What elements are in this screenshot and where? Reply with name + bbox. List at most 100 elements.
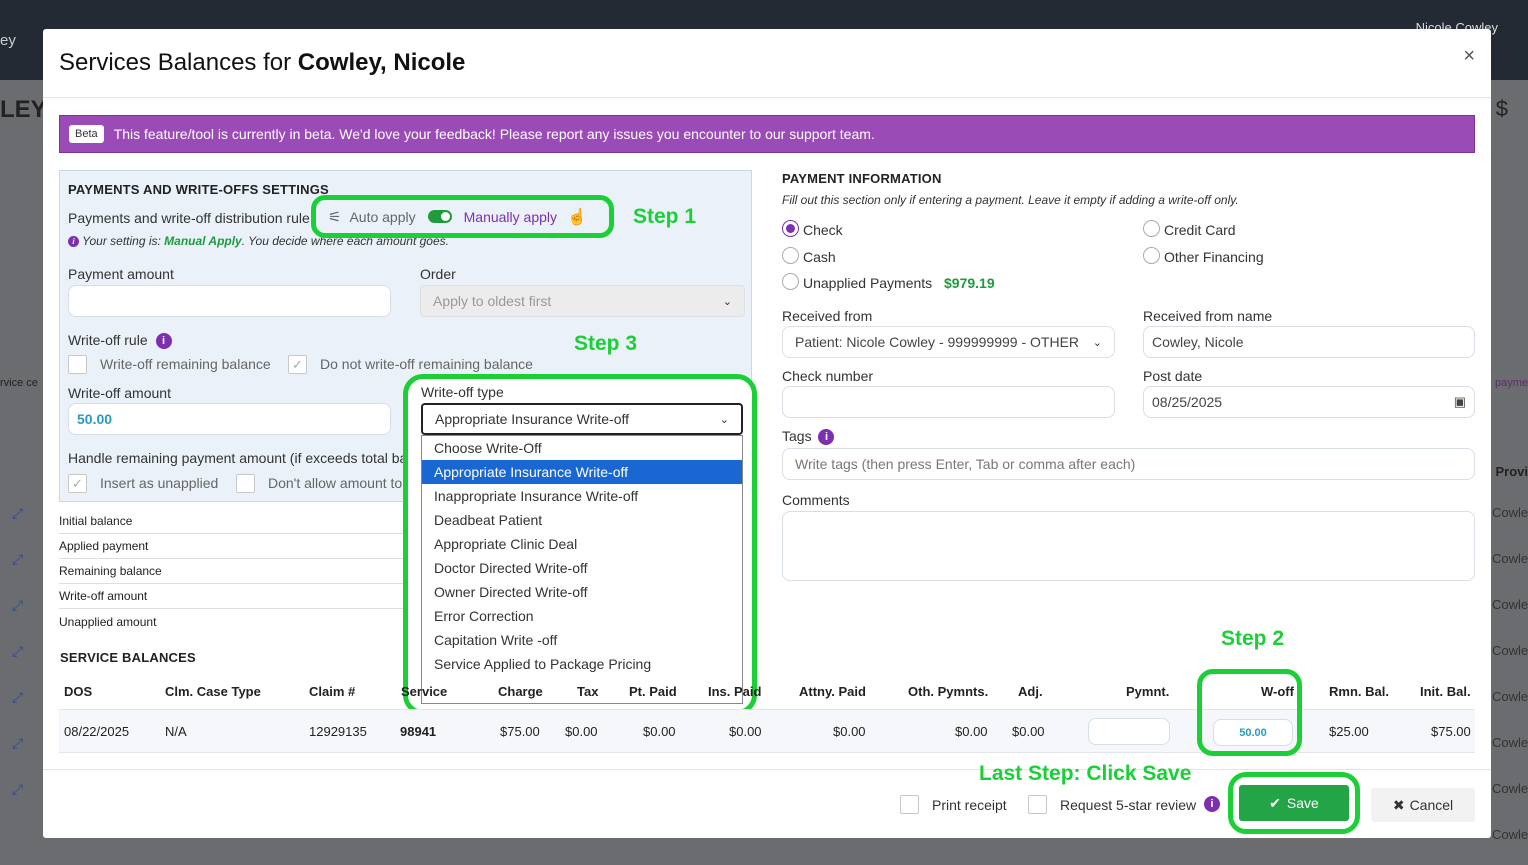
other-financing-radio[interactable] bbox=[1143, 247, 1160, 264]
cell-init-bal: $75.00 bbox=[1431, 724, 1471, 739]
writeoff-type-select[interactable]: Appropriate Insurance Write-off ⌄ bbox=[421, 403, 743, 435]
request-review-checkbox[interactable] bbox=[1028, 795, 1047, 814]
insert-unapplied-checkbox[interactable]: ✓ bbox=[68, 474, 87, 493]
writeoff-option[interactable]: Appropriate Insurance Write-off bbox=[422, 460, 742, 484]
expand-icon[interactable]: ⤢ bbox=[12, 505, 28, 551]
apply-mode-toggle[interactable] bbox=[427, 210, 452, 223]
tags-label: Tags i bbox=[782, 428, 835, 446]
auto-apply-label[interactable]: Auto apply bbox=[349, 209, 415, 225]
cell-charge: $75.00 bbox=[500, 724, 540, 739]
chevron-down-icon: ⌄ bbox=[719, 413, 729, 426]
writeoff-option[interactable]: Inappropriate Insurance Write-off bbox=[422, 484, 742, 508]
unapplied-amount: $979.19 bbox=[944, 275, 995, 291]
magic-wand-icon: ⚟ bbox=[328, 208, 342, 226]
print-receipt-checkbox[interactable] bbox=[900, 795, 919, 814]
cancel-label: Cancel bbox=[1409, 797, 1454, 813]
payment-amount-input[interactable] bbox=[68, 285, 391, 317]
calendar-icon[interactable]: ▣ bbox=[1454, 394, 1466, 410]
chevron-down-icon: ⌄ bbox=[722, 295, 732, 308]
beta-tag: Beta bbox=[69, 125, 104, 143]
close-icon: ✖ bbox=[1392, 796, 1405, 813]
info-icon[interactable]: i bbox=[818, 429, 835, 446]
cell-adj: $0.00 bbox=[1012, 724, 1045, 739]
cancel-button[interactable]: ✖ Cancel bbox=[1371, 788, 1475, 822]
received-from-select[interactable]: Patient: Nicole Cowley - 999999999 - OTH… bbox=[782, 326, 1115, 358]
received-from-name-input[interactable]: Cowley, Nicole bbox=[1143, 326, 1475, 358]
unapplied-radio[interactable] bbox=[782, 273, 799, 290]
writeoff-option[interactable]: Choose Write-Off bbox=[422, 436, 742, 460]
comments-label: Comments bbox=[782, 492, 850, 508]
col-pt-paid: Pt. Paid bbox=[629, 684, 677, 699]
app-provider-column: Cowle Cowle Cowle Cowle Cowle Cowle Cowl… bbox=[1492, 505, 1528, 865]
modal-title-name: Cowley, Nicole bbox=[297, 49, 466, 76]
summary-label: Write-off amount bbox=[59, 589, 148, 603]
cash-radio[interactable] bbox=[782, 247, 799, 264]
cell-service: 98941 bbox=[400, 724, 437, 739]
apply-mode-toggle-group: ⚟ Auto apply Manually apply ☝ bbox=[311, 195, 614, 238]
step3-label: Step 3 bbox=[574, 332, 638, 355]
writeoff-option[interactable]: Service Applied to Package Pricing bbox=[422, 652, 742, 676]
check-number-input[interactable] bbox=[782, 386, 1115, 418]
expand-icon[interactable]: ⤢ bbox=[12, 781, 28, 827]
writeoff-type-label: Write-off type bbox=[421, 384, 504, 400]
tags-input[interactable]: Write tags (then press Enter, Tab or com… bbox=[782, 448, 1475, 480]
expand-icon[interactable]: ⤢ bbox=[12, 597, 28, 643]
app-provider-header: Provi bbox=[1495, 464, 1528, 479]
insert-unapplied-label: Insert as unapplied bbox=[100, 475, 219, 491]
writeoff-option[interactable]: Deadbeat Patient bbox=[422, 508, 742, 532]
received-from-name-label: Received from name bbox=[1143, 308, 1273, 324]
col-case-type: Clm. Case Type bbox=[165, 684, 261, 699]
expand-icon[interactable]: ⤢ bbox=[12, 689, 28, 735]
info-icon[interactable]: i bbox=[155, 333, 172, 350]
modal-header: Services Balances for Cowley, Nicole × bbox=[43, 29, 1491, 98]
expand-icon[interactable]: ⤢ bbox=[12, 551, 28, 597]
writeoff-option[interactable]: Owner Directed Write-off bbox=[422, 580, 742, 604]
app-provider-cell: Cowle bbox=[1492, 597, 1528, 612]
setting-note-prefix: Your setting is: bbox=[82, 234, 165, 248]
payment-amount-label: Payment amount bbox=[68, 266, 174, 282]
close-icon[interactable]: × bbox=[1463, 45, 1475, 68]
save-button[interactable]: ✔ Save bbox=[1239, 785, 1349, 821]
save-label: Save bbox=[1286, 795, 1319, 811]
col-oth-pymnts: Oth. Pymnts. bbox=[908, 684, 989, 699]
cash-label: Cash bbox=[803, 249, 836, 265]
writeoff-option[interactable]: Doctor Directed Write-off bbox=[422, 556, 742, 580]
summary-label: Applied payment bbox=[59, 539, 149, 553]
col-attny-paid: Attny. Paid bbox=[799, 684, 866, 699]
check-radio[interactable] bbox=[782, 220, 799, 237]
manual-apply-label[interactable]: Manually apply bbox=[464, 209, 557, 225]
writeoff-option[interactable]: Appropriate Clinic Deal bbox=[422, 532, 742, 556]
modal-title-prefix: Services Balances for bbox=[59, 49, 298, 76]
step1-label: Step 1 bbox=[633, 205, 697, 228]
credit-card-radio[interactable] bbox=[1143, 220, 1160, 237]
cell-claim: 12929135 bbox=[309, 724, 367, 739]
comments-textarea[interactable] bbox=[782, 511, 1475, 581]
expand-icon[interactable]: ⤢ bbox=[12, 735, 28, 781]
writeoff-rule-label: Write-off rule i bbox=[68, 332, 172, 350]
order-select[interactable]: Apply to oldest first ⌄ bbox=[420, 285, 745, 317]
col-init-bal: Init. Bal. bbox=[1420, 684, 1471, 699]
cell-rmn-bal: $25.00 bbox=[1329, 724, 1369, 739]
writeoff-type-options: Choose Write-Off Appropriate Insurance W… bbox=[421, 435, 743, 704]
info-icon[interactable]: i bbox=[1204, 796, 1220, 812]
cell-oth-pymnts: $0.00 bbox=[955, 724, 988, 739]
writeoff-remaining-checkbox[interactable] bbox=[68, 355, 87, 374]
cell-ins-paid: $0.00 bbox=[729, 724, 762, 739]
writeoff-option[interactable]: Error Correction bbox=[422, 604, 742, 628]
writeoff-option[interactable]: Capitation Write -off bbox=[422, 628, 742, 652]
dollar-icon: $ bbox=[1495, 96, 1508, 121]
post-date-input[interactable]: 08/25/2025 ▣ bbox=[1143, 386, 1475, 418]
payment-cell-input[interactable] bbox=[1088, 718, 1170, 745]
col-dos: DOS bbox=[64, 684, 93, 699]
app-expand-icons: ⤢ ⤢ ⤢ ⤢ ⤢ ⤢ ⤢ bbox=[12, 505, 28, 827]
beta-banner: Beta This feature/tool is currently in b… bbox=[59, 115, 1475, 153]
col-service: Service bbox=[401, 684, 448, 699]
dont-allow-checkbox[interactable] bbox=[236, 474, 255, 493]
expand-icon[interactable]: ⤢ bbox=[12, 643, 28, 689]
writeoff-amount-input[interactable]: 50.00 bbox=[68, 403, 391, 435]
received-from-value: Patient: Nicole Cowley - 999999999 - OTH… bbox=[795, 334, 1080, 350]
no-writeoff-remaining-checkbox[interactable]: ✓ bbox=[288, 355, 307, 374]
hand-pointer-icon: ☝ bbox=[567, 208, 587, 226]
setting-note-value: Manual Apply bbox=[164, 234, 242, 248]
writeoff-cell-highlight bbox=[1197, 669, 1302, 756]
